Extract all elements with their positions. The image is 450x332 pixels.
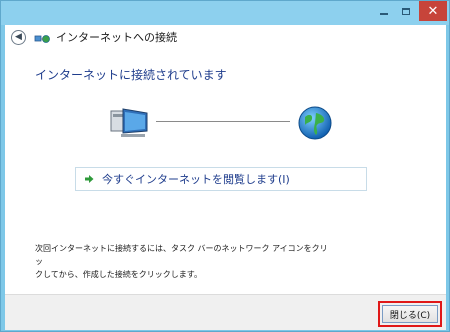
instruction-line-2: クしてから、作成した接続をクリックします。 [35, 270, 202, 279]
close-icon: ✕ [427, 3, 439, 19]
title-bar[interactable]: ✕ [1, 1, 449, 25]
connection-line [156, 121, 290, 122]
browse-internet-link[interactable]: 今すぐインターネットを閲覧します(I) [75, 167, 367, 191]
close-button-highlight: 閉じる(C) [378, 301, 442, 327]
window-title: インターネットへの接続 [56, 31, 177, 44]
minimize-button[interactable] [373, 1, 395, 21]
back-arrow-icon: ◀ [15, 31, 22, 42]
maximize-button[interactable] [395, 1, 417, 21]
network-icon [34, 31, 50, 43]
close-window-button[interactable]: ✕ [419, 1, 447, 21]
maximize-icon [402, 7, 410, 15]
globe-icon [297, 105, 333, 145]
instruction-text: 次回インターネットに接続するには、タスク バーのネットワーク アイコンをクリッ … [35, 242, 335, 281]
close-button[interactable]: 閉じる(C) [382, 305, 438, 323]
computer-icon [107, 105, 153, 143]
wizard-window: ✕ ◀ インターネットへの接続 インターネットに接続されています 今すぐインター… [0, 0, 450, 332]
wizard-content: インターネットに接続されています 今すぐインターネットを閲覧します(I) 次回イ… [5, 49, 446, 294]
back-button[interactable]: ◀ [11, 29, 26, 45]
browse-internet-label: 今すぐインターネットを閲覧します(I) [102, 173, 290, 186]
minimize-icon [380, 13, 388, 15]
instruction-line-1: 次回インターネットに接続するには、タスク バーのネットワーク アイコンをクリッ [35, 244, 328, 266]
green-arrow-icon [83, 173, 95, 185]
page-heading: インターネットに接続されています [35, 68, 227, 82]
wizard-footer: 閉じる(C) [5, 294, 446, 330]
wizard-header: ◀ インターネットへの接続 [5, 25, 446, 49]
